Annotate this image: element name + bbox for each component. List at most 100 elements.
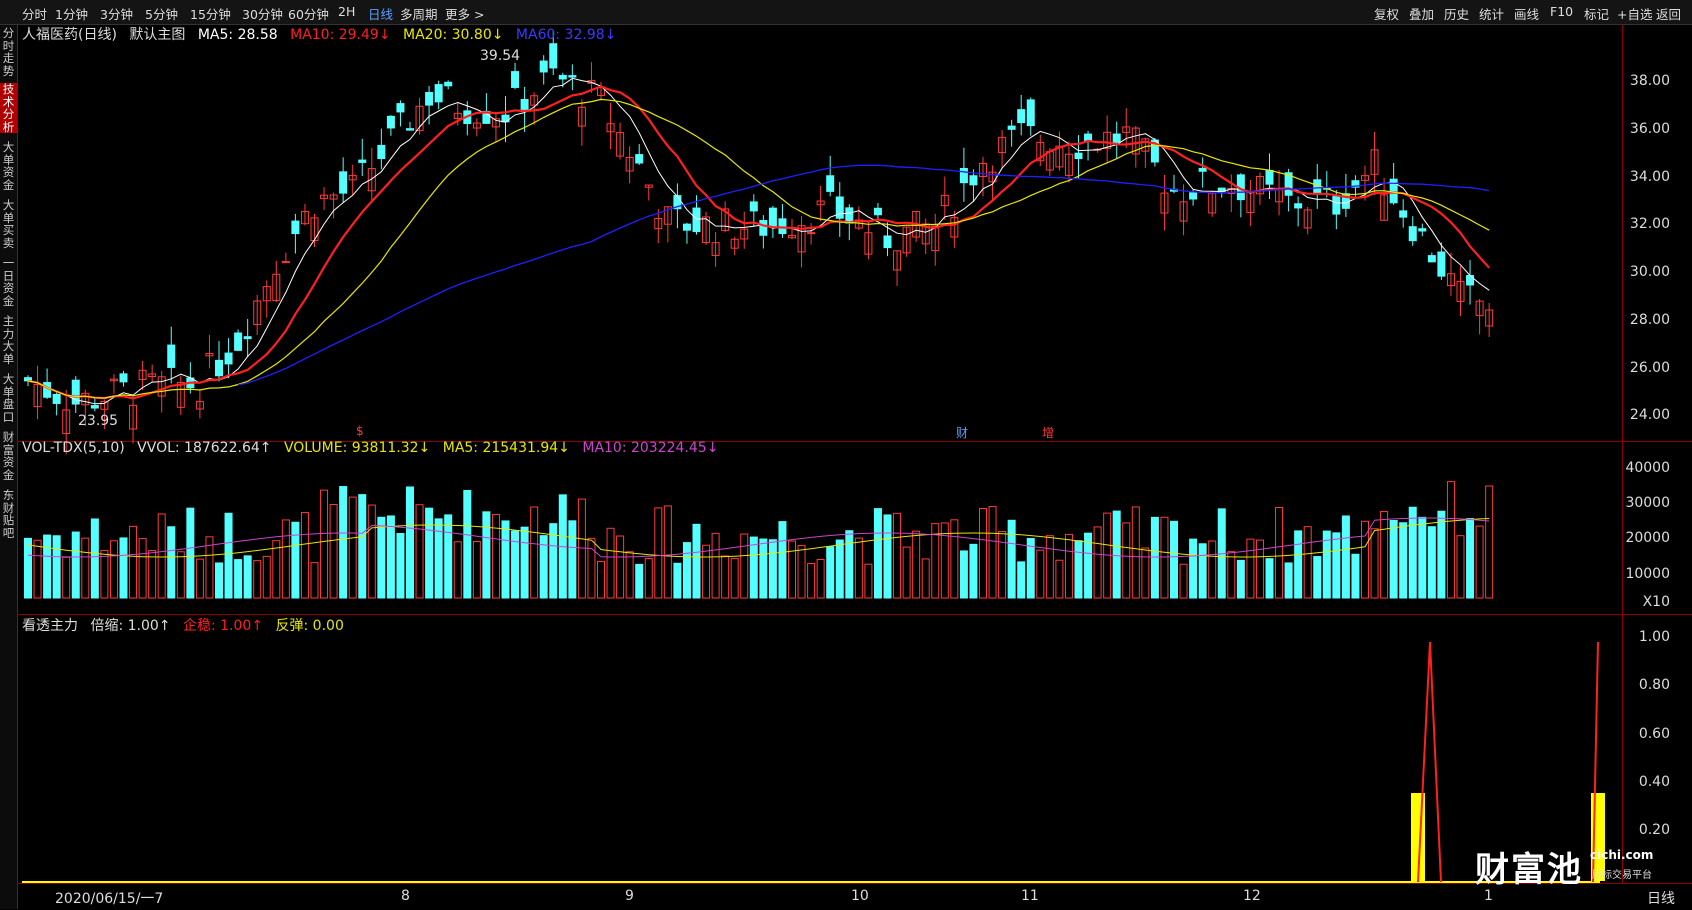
- ma5-value: MA5: 28.58: [197, 27, 278, 43]
- candle-body: [549, 43, 558, 69]
- volume-bar: [616, 535, 625, 599]
- candle-body: [1294, 203, 1303, 209]
- volume-bar: [329, 503, 338, 599]
- volume-bar: [740, 533, 749, 599]
- volume-bar: [568, 520, 577, 599]
- volume-bar: [902, 546, 911, 599]
- candle-body: [406, 128, 414, 131]
- x-axis-month: 9: [625, 888, 634, 904]
- price-tick: 34.00: [1629, 169, 1670, 185]
- x-axis-month: 11: [1021, 888, 1039, 904]
- volume-bar: [1170, 520, 1178, 599]
- volume-unit: X10: [1642, 594, 1670, 610]
- price-tick: 26.00: [1629, 360, 1670, 376]
- volume-legend: VOL-TDX(5,10) VVOL: 187622.64↑ VOLUME: 9…: [22, 440, 726, 456]
- candle-body: [1026, 99, 1035, 127]
- indicator-qiwen: 企稳: 1.00↑: [182, 618, 264, 634]
- volume-bar: [1475, 525, 1484, 599]
- volume-bar: [1141, 547, 1150, 599]
- volume-bar: [253, 560, 262, 599]
- volume-bar: [1446, 481, 1455, 599]
- volume-bar: [100, 549, 109, 599]
- indicator-scale: 倍缩: 1.00↑: [90, 618, 171, 634]
- volume-bar: [501, 520, 510, 599]
- volume-bar: [310, 562, 319, 599]
- candle-body: [845, 207, 854, 224]
- volume-bar: [415, 504, 424, 599]
- volume-bar: [1074, 540, 1083, 599]
- volume-bar: [367, 504, 376, 599]
- volume-bar: [1208, 540, 1217, 599]
- volume-bar: [759, 538, 768, 599]
- price-tick: 30.00: [1629, 264, 1670, 280]
- volume-bar: [1189, 538, 1198, 599]
- x-axis-start: 2020/06/15/一7: [55, 891, 164, 907]
- high-price-label: 39.54: [480, 48, 521, 64]
- volume-bar: [62, 556, 71, 599]
- volume-value: VOLUME: 93811.32↓: [283, 440, 431, 456]
- event-marker-cai[interactable]: 财: [956, 424, 968, 441]
- volume-bar: [1284, 562, 1293, 599]
- volume-bar: [291, 521, 300, 599]
- volume-bar: [702, 544, 711, 599]
- main-legend: 人福医药(日线) 默认主图 MA5: 28.58 MA10: 29.49↓ MA…: [22, 24, 624, 44]
- watermark-sub: 股标交易平台: [1592, 870, 1652, 881]
- volume-bar: [43, 534, 52, 599]
- candle-body: [682, 223, 691, 231]
- x-axis-month: 12: [1243, 888, 1261, 904]
- volume-bar: [1466, 518, 1475, 599]
- volume-bar: [300, 512, 309, 599]
- volume-bar: [463, 489, 472, 599]
- indicator-tick: 1.00: [1638, 629, 1670, 645]
- candle-body: [425, 92, 434, 106]
- volume-bar: [979, 508, 987, 599]
- candle-body: [215, 359, 223, 377]
- volume-bar: [1227, 551, 1236, 599]
- candle-body: [759, 220, 768, 236]
- candle-body: [396, 103, 405, 113]
- candle-body: [1017, 109, 1026, 124]
- candle-body: [568, 75, 577, 78]
- volume-bar: [1112, 510, 1121, 599]
- volume-bar: [1064, 533, 1073, 599]
- indicator-name[interactable]: 看透主力: [22, 618, 78, 634]
- event-marker-zeng[interactable]: 增: [1042, 424, 1054, 441]
- candle-body: [1007, 125, 1016, 130]
- volume-bar: [167, 526, 176, 599]
- vol-ma10-line: [27, 517, 1490, 558]
- stock-name[interactable]: 人福医药(日线): [22, 27, 117, 43]
- volume-bar: [1198, 543, 1207, 599]
- volume-bar: [482, 511, 491, 599]
- volume-bar: [157, 513, 166, 599]
- volume-bar: [682, 542, 691, 599]
- volume-indicator-name[interactable]: VOL-TDX(5,10): [22, 440, 125, 456]
- volume-bar: [788, 540, 796, 599]
- volume-bar: [320, 489, 329, 599]
- template-selector[interactable]: 默认主图: [129, 27, 185, 43]
- volume-bar: [472, 541, 481, 599]
- price-tick: 38.00: [1629, 73, 1670, 89]
- volume-bar: [386, 515, 395, 599]
- volume-bar: [587, 537, 596, 599]
- candle-body: [1265, 169, 1274, 185]
- volume-tick: 30000: [1625, 495, 1670, 511]
- price-tick: 36.00: [1629, 121, 1670, 137]
- volume-bar: [530, 506, 539, 599]
- vol-ma10-value: MA10: 203224.45↓: [582, 440, 719, 456]
- candle-body: [167, 344, 176, 368]
- ma60-line: [237, 164, 1490, 386]
- volume-bar: [778, 521, 787, 599]
- volume-bar: [1408, 506, 1417, 599]
- indicator-fantan: 反弹: 0.00: [275, 618, 344, 634]
- volume-bar: [654, 507, 663, 599]
- event-marker-dollar[interactable]: $: [356, 424, 364, 438]
- volume-bar: [148, 549, 157, 599]
- watermark-logo: 财富池: [1475, 850, 1583, 890]
- volume-bar: [1370, 528, 1379, 599]
- volume-bar: [1160, 516, 1169, 599]
- watermark-url: cichi.com: [1590, 848, 1654, 862]
- volume-bar: [1389, 520, 1398, 599]
- volume-bar: [864, 563, 873, 599]
- period-label[interactable]: 日线: [1647, 888, 1675, 908]
- volume-bar: [377, 516, 386, 599]
